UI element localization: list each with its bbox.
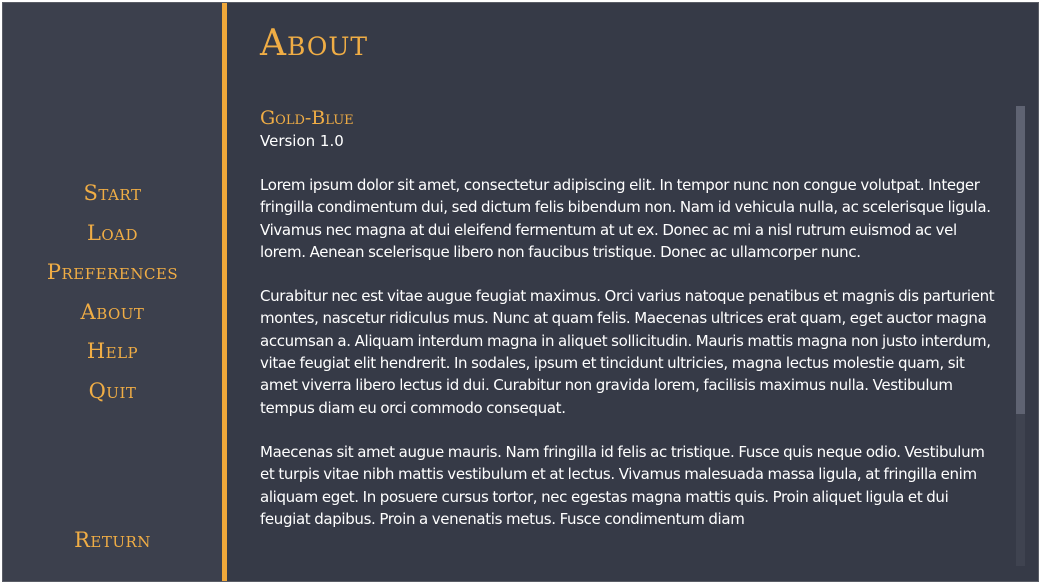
about-paragraph: Maecenas sit amet augue mauris. Nam frin… (260, 442, 985, 528)
about-panel: About Gold-Blue Version 1.0 Lorem ipsum … (227, 3, 1038, 581)
page-title: About (260, 23, 369, 64)
menu-item-preferences[interactable]: Preferences (3, 258, 222, 298)
menu-item-load[interactable]: Load (3, 219, 222, 259)
navigation-sidebar: Start Load Preferences About Help Quit R… (3, 3, 222, 581)
main-menu: Start Load Preferences About Help Quit (3, 179, 222, 417)
scrollbar-thumb[interactable] (1016, 106, 1025, 414)
app-name: Gold-Blue (260, 107, 354, 129)
menu-item-quit[interactable]: Quit (3, 377, 222, 417)
return-button[interactable]: Return (3, 528, 222, 552)
about-paragraph: Curabitur nec est vitae augue feugiat ma… (260, 287, 995, 417)
about-text-viewport[interactable]: Gold-Blue Version 1.0 Lorem ipsum dolor … (260, 106, 1002, 581)
vertical-scrollbar[interactable] (1016, 106, 1025, 566)
menu-item-start[interactable]: Start (3, 179, 222, 219)
menu-item-help[interactable]: Help (3, 337, 222, 377)
app-version: Version 1.0 (260, 132, 344, 150)
about-paragraph: Lorem ipsum dolor sit amet, consectetur … (260, 176, 991, 261)
game-menu-window: Start Load Preferences About Help Quit R… (2, 2, 1039, 582)
menu-item-about[interactable]: About (3, 298, 222, 338)
